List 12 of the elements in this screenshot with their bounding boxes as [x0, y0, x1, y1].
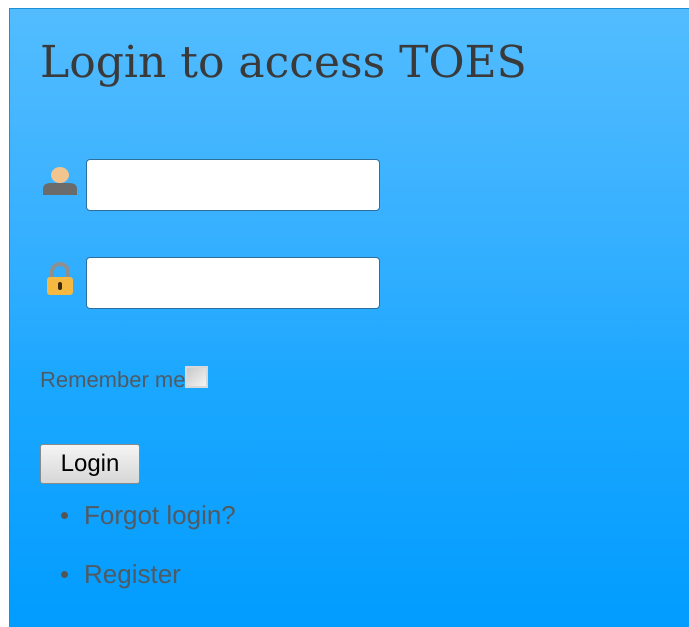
username-field[interactable] [86, 159, 380, 211]
bullet-icon [61, 571, 68, 578]
password-field[interactable] [86, 257, 380, 309]
remember-checkbox[interactable] [185, 366, 208, 388]
link[interactable]: Register [84, 555, 181, 594]
bullet-icon [61, 512, 68, 519]
user-icon [41, 165, 79, 197]
link[interactable]: Forgot login? [84, 496, 236, 535]
login-button[interactable]: Login [40, 444, 140, 484]
remember-label: Remember me [40, 366, 186, 394]
padlock-icon [45, 262, 75, 296]
page-title: Login to access TOES [40, 36, 527, 90]
